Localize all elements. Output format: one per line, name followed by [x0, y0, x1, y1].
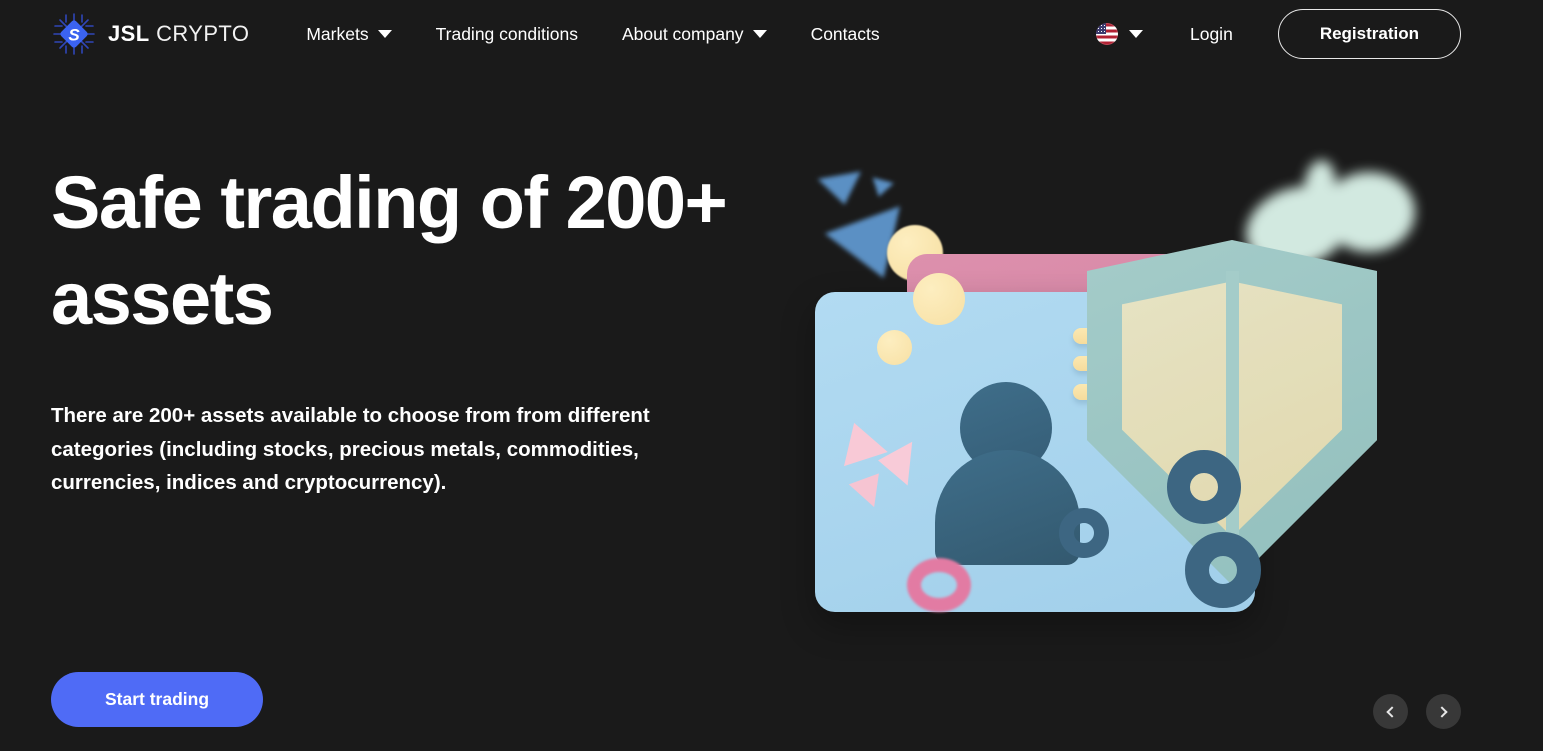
registration-button[interactable]: Registration [1277, 9, 1461, 59]
site-header: S JSL CRYPTO Markets Trading conditions … [0, 0, 1543, 68]
hero-description: There are 200+ assets available to choos… [51, 404, 650, 494]
nav-item-label: Contacts [810, 23, 880, 44]
crypto-chip-logo-icon: S [51, 11, 97, 57]
hero-content: Safe trading of 200+ assets There are 20… [51, 155, 851, 499]
nav-item-label: Trading conditions [435, 23, 578, 44]
chevron-down-icon [752, 30, 767, 38]
carousel-next-button[interactable] [1426, 694, 1461, 729]
blue-triangle-icon [817, 171, 867, 209]
language-selector[interactable] [1095, 23, 1143, 45]
nav-item-about-company[interactable]: About company [622, 18, 767, 51]
blue-torus-ring [1185, 532, 1261, 608]
pink-triangle-icon [875, 438, 913, 486]
pink-ring-icon [907, 558, 971, 612]
start-trading-button[interactable]: Start trading [51, 672, 264, 727]
header-actions: Login Registration [1095, 9, 1461, 59]
hero-illustration [815, 150, 1495, 650]
login-link[interactable]: Login [1190, 24, 1233, 45]
landing-page: S JSL CRYPTO Markets Trading conditions … [0, 0, 1543, 751]
blue-triangle-icon [868, 177, 894, 200]
brand-name: JSL CRYPTO [108, 21, 249, 47]
brand-logo[interactable]: S JSL CRYPTO [51, 11, 249, 57]
yellow-sphere-icon [913, 273, 965, 325]
svg-text:S: S [68, 26, 80, 45]
chevron-right-icon [1436, 705, 1448, 718]
chevron-down-icon [1128, 30, 1143, 38]
carousel-prev-button[interactable] [1373, 694, 1408, 729]
nav-item-label: Markets [306, 23, 369, 44]
blue-torus-ring [1167, 450, 1241, 524]
nav-item-trading-conditions[interactable]: Trading conditions [436, 18, 578, 51]
chevron-down-icon [377, 30, 392, 38]
yellow-sphere-icon [877, 330, 912, 365]
nav-item-markets[interactable]: Markets [306, 18, 392, 51]
page-title: Safe trading of 200+ assets [51, 161, 728, 341]
brand-name-primary: JSL [108, 21, 150, 46]
nav-item-label: About company [621, 23, 744, 44]
nav-item-contacts[interactable]: Contacts [811, 18, 880, 51]
brand-name-secondary: CRYPTO [156, 21, 250, 46]
chevron-left-icon [1386, 705, 1398, 718]
main-navigation: Markets Trading conditions About company… [306, 18, 879, 51]
us-flag-icon [1095, 23, 1118, 45]
blue-torus-ring [1059, 508, 1109, 558]
carousel-controls [1373, 694, 1461, 729]
